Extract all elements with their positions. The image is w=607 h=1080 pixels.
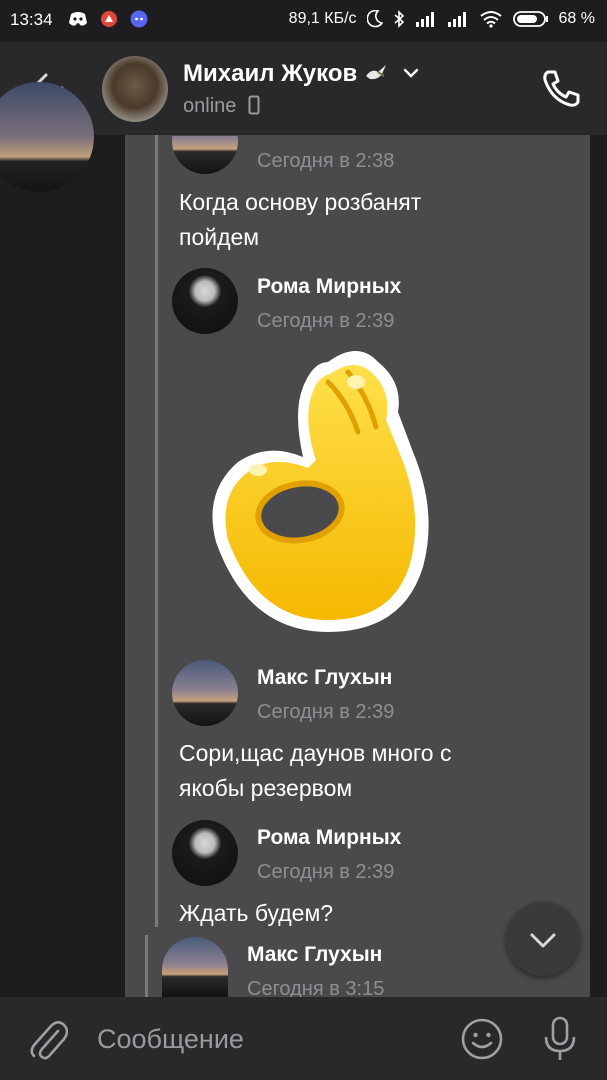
ok-hand-sticker[interactable] [208, 342, 448, 642]
moon-icon [366, 10, 383, 28]
phone-call-icon[interactable] [540, 66, 584, 110]
signal-icon [415, 12, 434, 27]
message-text-line: якобы резервом [179, 775, 353, 801]
battery-level: 68 % [558, 10, 595, 27]
forward-thread-line-nested [145, 935, 148, 997]
contact-status-row: online [183, 95, 260, 118]
contact-name-row[interactable]: Михаил Жуков [183, 60, 421, 88]
emoji-icon[interactable] [460, 1017, 504, 1061]
status-time: 13:34 [10, 10, 53, 29]
discord-icon-2 [130, 10, 148, 28]
message-sender[interactable]: Макс Глухын [247, 943, 382, 967]
message-text-line: пойдем [179, 224, 260, 250]
message-input[interactable]: Сообщение [97, 1024, 244, 1055]
forward-thread-line [155, 135, 158, 927]
message-avatar[interactable] [172, 268, 238, 334]
message-avatar[interactable] [162, 937, 228, 997]
status-bar: 13:34 89,1 КБ/с 68 % [0, 0, 607, 42]
message-time: Сегодня в 2:39 [257, 701, 395, 723]
contact-avatar[interactable] [102, 56, 168, 122]
notification-app-icon [101, 11, 117, 27]
chevron-down-icon [530, 933, 556, 948]
microphone-icon[interactable] [540, 1015, 580, 1063]
message-sender[interactable]: Рома Мирных [257, 275, 401, 299]
mobile-device-icon [248, 95, 260, 115]
message-text-line: Ждать будем? [179, 900, 334, 926]
scroll-down-button[interactable] [506, 902, 580, 976]
contact-name: Михаил Жуков [183, 60, 358, 87]
message-avatar[interactable] [172, 660, 238, 726]
message-time: Сегодня в 2:39 [257, 310, 395, 332]
attach-clip-icon[interactable] [28, 1019, 68, 1061]
message-composer: Сообщение [0, 997, 607, 1080]
message-avatar[interactable] [172, 820, 238, 886]
message-text-line: Когда основу розбанят [179, 189, 422, 215]
signal-icon-2 [447, 12, 466, 27]
wifi-icon [479, 11, 502, 28]
message-time: Сегодня в 2:39 [257, 861, 395, 883]
message-text: Когда основу розбанят пойдем [179, 185, 421, 255]
dove-icon [365, 65, 386, 80]
message-text-line: Сори,щас даунов много с [179, 740, 452, 766]
network-speed: 89,1 КБ/с [288, 10, 357, 27]
message-time: Сегодня в 2:38 [257, 150, 395, 172]
message-text: Сори,щас даунов много с якобы резервом [179, 736, 451, 806]
bluetooth-icon [394, 10, 404, 28]
message-sender[interactable]: Рома Мирных [257, 826, 401, 850]
message-sender[interactable]: Макс Глухын [257, 666, 392, 690]
discord-icon [69, 12, 87, 26]
battery-icon [512, 11, 548, 27]
contact-status: online [183, 95, 237, 117]
chevron-down-icon[interactable] [401, 63, 421, 83]
message-text: Ждать будем? [179, 896, 333, 931]
